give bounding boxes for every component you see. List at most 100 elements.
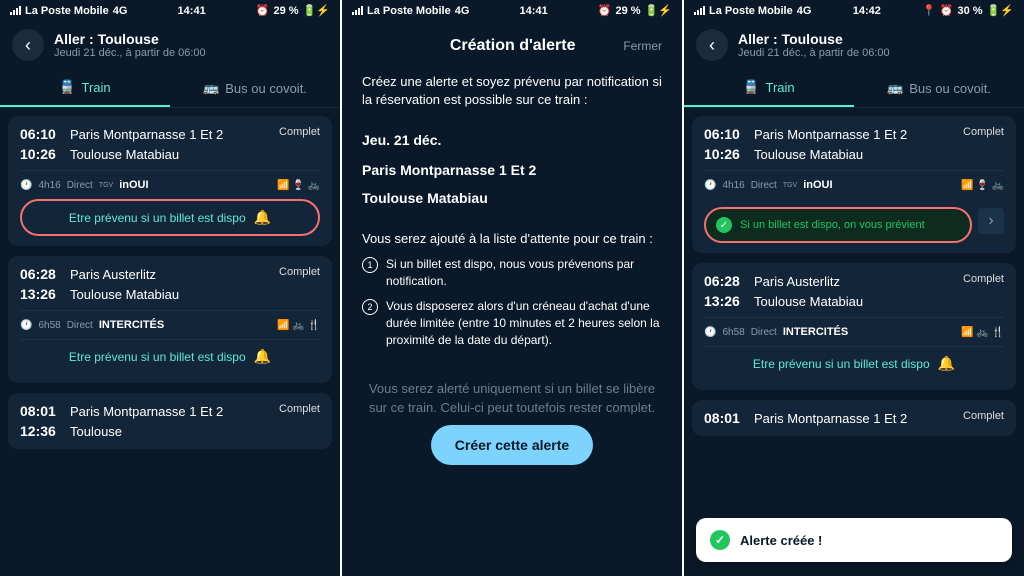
- carrier: La Poste Mobile: [709, 5, 793, 17]
- trip-card[interactable]: 06:28Paris Austerlitz 13:26Toulouse Mata…: [8, 256, 332, 383]
- toast-text: Alerte créée !: [740, 533, 822, 548]
- create-alert-button[interactable]: Etre prévenu si un billet est dispo 🔔: [20, 339, 320, 373]
- depart-time: 06:10: [704, 126, 744, 142]
- close-button[interactable]: Fermer: [623, 39, 662, 53]
- battery-pct: 30 %: [958, 5, 983, 17]
- tab-bus[interactable]: 🚌Bus ou covoit.: [854, 69, 1024, 107]
- toast-success: ✓ Alerte créée !: [696, 518, 1012, 562]
- tab-train-label: Train: [82, 80, 111, 95]
- brand: INTERCITÉS: [783, 326, 848, 338]
- amenities-icons: 📶 🚲 🍴: [961, 327, 1004, 338]
- modal-to: Toulouse Matabiau: [362, 189, 662, 209]
- status-bar: La Poste Mobile4G 14:42 📍⏰30 %🔋⚡: [684, 0, 1024, 21]
- clock-icon: 🕐: [704, 180, 716, 191]
- connection: Direct: [751, 327, 777, 338]
- create-alert-button[interactable]: Etre prévenu si un billet est dispo 🔔: [20, 199, 320, 236]
- connection: Direct: [67, 180, 93, 191]
- depart-station: Paris Montparnasse 1 Et 2: [754, 411, 907, 426]
- depart-station: Paris Austerlitz: [754, 274, 840, 289]
- check-icon: ✓: [710, 530, 730, 550]
- page-subtitle: Jeudi 21 déc., à partir de 06:00: [738, 47, 890, 59]
- alert-label: Etre prévenu si un billet est dispo: [753, 357, 930, 371]
- trip-card[interactable]: 06:10Paris Montparnasse 1 Et 2 10:26Toul…: [8, 116, 332, 246]
- amenities-icons: 📶 🍷 🚲: [277, 180, 320, 191]
- signal-icon: [694, 6, 705, 15]
- alarm-icon: ⏰: [256, 4, 270, 17]
- trip-card[interactable]: 06:28Paris Austerlitz 13:26Toulouse Mata…: [692, 263, 1016, 390]
- modal-from: Paris Montparnasse 1 Et 2: [362, 161, 662, 181]
- signal-icon: [10, 6, 21, 15]
- train-icon: 🚆: [743, 79, 759, 95]
- duration: 6h58: [38, 320, 60, 331]
- status-badge: Complet: [279, 403, 320, 415]
- alert-label: Etre prévenu si un billet est dispo: [69, 350, 246, 364]
- trip-list[interactable]: 06:10Paris Montparnasse 1 Et 2 10:26Toul…: [0, 108, 340, 576]
- duration: 4h16: [38, 180, 60, 191]
- alarm-icon: ⏰: [940, 4, 954, 17]
- train-icon: 🚆: [59, 79, 75, 95]
- depart-time: 06:28: [704, 273, 744, 289]
- page-header: ‹ Aller : ToulouseJeudi 21 déc., à parti…: [0, 21, 340, 69]
- trip-card[interactable]: 08:01Paris Montparnasse 1 Et 2 12:36Toul…: [8, 393, 332, 449]
- trip-list[interactable]: 06:10Paris Montparnasse 1 Et 2 10:26Toul…: [684, 108, 1024, 576]
- create-alert-submit[interactable]: Créer cette alerte: [431, 425, 593, 465]
- trip-card[interactable]: 06:10Paris Montparnasse 1 Et 2 10:26Toul…: [692, 116, 1016, 253]
- depart-time: 08:01: [704, 410, 744, 426]
- trip-card[interactable]: 08:01Paris Montparnasse 1 Et 2 Complet: [692, 400, 1016, 436]
- status-bar: La Poste Mobile4G 14:41 ⏰29 %🔋⚡: [0, 0, 340, 21]
- clock-icon: 🕐: [20, 180, 32, 191]
- list-item: 1Si un billet est dispo, nous vous préve…: [362, 256, 662, 290]
- tab-bus-label: Bus ou covoit.: [909, 81, 991, 96]
- back-button[interactable]: ‹: [696, 29, 728, 61]
- brand-prefix: TGV: [783, 182, 797, 189]
- list-text: Vous disposerez alors d'un créneau d'ach…: [386, 298, 662, 348]
- brand-prefix: TGV: [99, 182, 113, 189]
- network: 4G: [113, 5, 128, 17]
- alert-active-banner[interactable]: ✓Si un billet est dispo, on vous prévien…: [704, 207, 972, 243]
- create-alert-button[interactable]: Etre prévenu si un billet est dispo🔔: [704, 346, 1004, 380]
- brand: inOUI: [803, 179, 832, 191]
- tab-train[interactable]: 🚆 Train: [0, 69, 170, 107]
- modal-title: Création d'alerte: [402, 37, 623, 55]
- arrive-time: 10:26: [20, 146, 60, 162]
- depart-time: 08:01: [20, 403, 60, 419]
- arrive-station: Toulouse Matabiau: [70, 147, 179, 162]
- phone-screen-1: La Poste Mobile4G 14:41 ⏰29 %🔋⚡ ‹ Aller …: [0, 0, 340, 576]
- phone-screen-2: La Poste Mobile4G 14:41 ⏰29 %🔋⚡ Création…: [342, 0, 682, 576]
- tab-bus[interactable]: 🚌 Bus ou covoit.: [170, 69, 340, 107]
- battery-icon: 🔋⚡: [303, 4, 330, 17]
- connection: Direct: [751, 180, 777, 191]
- page-subtitle: Jeudi 21 déc., à partir de 06:00: [54, 47, 206, 59]
- clock-icon: 🕐: [704, 327, 716, 338]
- brand: INTERCITÉS: [99, 319, 164, 331]
- clock: 14:41: [178, 5, 206, 17]
- list-text: Si un billet est dispo, nous vous préven…: [386, 256, 662, 290]
- connection: Direct: [67, 320, 93, 331]
- network: 4G: [455, 5, 470, 17]
- bell-icon: 🔔: [254, 209, 271, 226]
- arrive-station: Toulouse: [70, 424, 122, 439]
- page-header: ‹ Aller : ToulouseJeudi 21 déc., à parti…: [684, 21, 1024, 69]
- status-bar: La Poste Mobile4G 14:41 ⏰29 %🔋⚡: [342, 0, 682, 21]
- bell-icon: 🔔: [254, 348, 271, 365]
- arrive-time: 13:26: [704, 293, 744, 309]
- signal-icon: [352, 6, 363, 15]
- arrive-time: 12:36: [20, 423, 60, 439]
- tab-bus-label: Bus ou covoit.: [225, 81, 307, 96]
- depart-station: Paris Montparnasse 1 Et 2: [754, 127, 907, 142]
- chevron-right-icon[interactable]: ›: [978, 208, 1004, 234]
- battery-icon: 🔋⚡: [645, 4, 672, 17]
- amenities-icons: 📶 🍷 🚲: [961, 180, 1004, 191]
- check-icon: ✓: [716, 217, 732, 233]
- clock-icon: 🕐: [20, 320, 32, 331]
- back-button[interactable]: ‹: [12, 29, 44, 61]
- status-badge: Complet: [963, 273, 1004, 285]
- clock: 14:41: [520, 5, 548, 17]
- battery-pct: 29 %: [274, 5, 299, 17]
- location-icon: 📍: [922, 4, 936, 17]
- alert-modal: Création d'alerte Fermer Créez une alert…: [342, 21, 682, 576]
- bus-icon: 🚌: [203, 80, 219, 96]
- tab-train[interactable]: 🚆Train: [684, 69, 854, 107]
- alert-label: Etre prévenu si un billet est dispo: [69, 211, 246, 225]
- modal-footnote: Vous serez alerté uniquement si un bille…: [362, 380, 662, 416]
